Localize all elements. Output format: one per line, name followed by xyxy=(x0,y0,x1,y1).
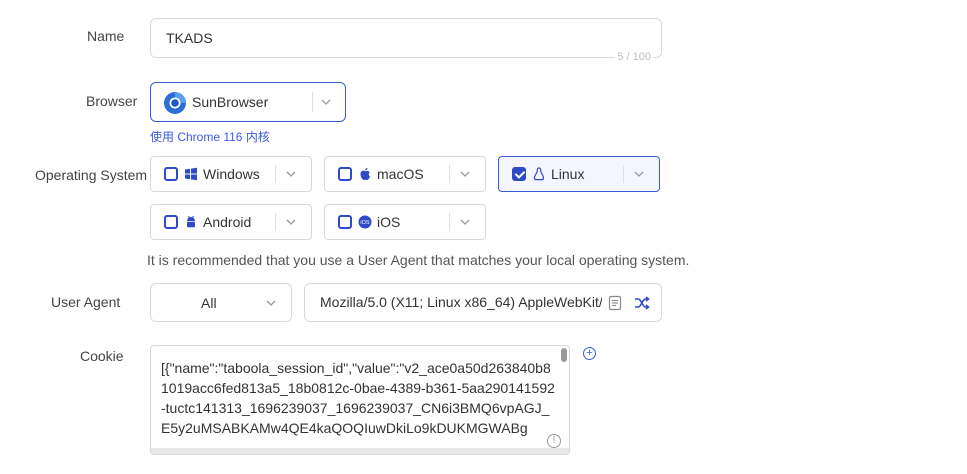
os-option-label: Android xyxy=(203,214,252,230)
checkbox[interactable] xyxy=(164,167,178,181)
chevron-down-icon xyxy=(634,171,644,177)
checkbox-checked[interactable] xyxy=(512,167,526,181)
divider xyxy=(449,165,450,183)
os-label: Operating System xyxy=(35,167,148,183)
cookie-textarea[interactable]: [{"name":"taboola_session_id","value":"v… xyxy=(150,345,570,455)
chevron-down-icon xyxy=(460,171,470,177)
os-option-label: Linux xyxy=(551,166,585,182)
checkbox[interactable] xyxy=(164,215,178,229)
chevron-down-icon xyxy=(286,219,296,225)
name-value: TKADS xyxy=(166,30,213,46)
divider xyxy=(312,92,313,112)
user-agent-filter-select[interactable]: All xyxy=(150,283,292,322)
svg-text:iOS: iOS xyxy=(360,220,370,226)
browser-label: Browser xyxy=(86,93,138,109)
add-cookie-icon[interactable]: + xyxy=(583,347,596,360)
os-recommendation-text: It is recommended that you use a User Ag… xyxy=(147,252,690,268)
os-option-ios[interactable]: iOS iOS xyxy=(324,204,486,240)
user-agent-filter-value: All xyxy=(201,295,217,311)
linux-icon xyxy=(534,167,544,181)
os-option-windows[interactable]: Windows xyxy=(150,156,312,192)
windows-icon xyxy=(185,167,197,181)
user-agent-label: User Agent xyxy=(51,294,121,310)
browser-kernel-hint: 使用 Chrome 116 内核 xyxy=(150,130,270,144)
name-char-count: 5 / 100 xyxy=(615,51,653,63)
chevron-down-icon xyxy=(286,171,296,177)
user-agent-value: Mozilla/5.0 (X11; Linux x86_64) AppleWeb… xyxy=(320,294,602,310)
divider xyxy=(449,213,450,231)
apple-icon xyxy=(360,168,370,180)
cookie-label: Cookie xyxy=(80,348,124,364)
name-input[interactable]: TKADS 5 / 100 xyxy=(150,18,662,63)
checkbox[interactable] xyxy=(338,167,352,181)
browser-select[interactable]: SunBrowser xyxy=(150,82,346,122)
chevron-down-icon xyxy=(321,99,331,105)
os-option-android[interactable]: Android xyxy=(150,204,312,240)
chevron-down-icon xyxy=(266,300,276,306)
name-label: Name xyxy=(87,28,125,44)
checkbox[interactable] xyxy=(338,215,352,229)
os-option-label: Windows xyxy=(203,166,260,182)
divider xyxy=(275,165,276,183)
os-option-linux[interactable]: Linux xyxy=(498,156,660,192)
os-option-macos[interactable]: macOS xyxy=(324,156,486,192)
os-option-label: macOS xyxy=(377,166,424,182)
ios-icon: iOS xyxy=(358,215,372,229)
user-agent-input[interactable]: Mozilla/5.0 (X11; Linux x86_64) AppleWeb… xyxy=(304,283,662,322)
shuffle-icon[interactable] xyxy=(633,294,651,312)
android-icon xyxy=(187,215,195,228)
info-icon: ! xyxy=(547,434,561,448)
divider xyxy=(623,165,624,183)
os-option-label: iOS xyxy=(377,214,401,230)
divider xyxy=(275,213,276,231)
sunbrowser-logo-icon xyxy=(164,92,186,114)
scrollbar[interactable] xyxy=(561,348,567,362)
browser-value: SunBrowser xyxy=(192,94,269,110)
cookie-value: [{"name":"taboola_session_id","value":"v… xyxy=(161,360,555,436)
resize-edge xyxy=(151,448,569,454)
clipboard-icon[interactable] xyxy=(606,294,624,312)
chevron-down-icon xyxy=(460,219,470,225)
